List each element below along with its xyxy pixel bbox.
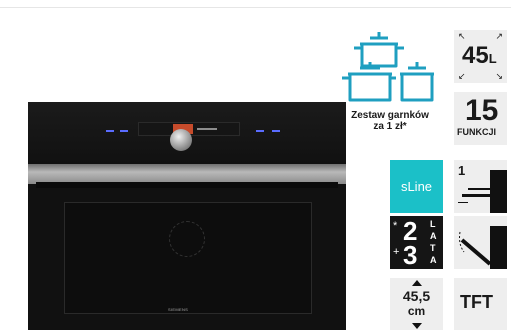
expand-arrow-icon: ↙ <box>458 71 466 81</box>
height-unit: cm <box>407 304 426 318</box>
sline-label: sLine <box>400 179 433 194</box>
oven-touch-buttons <box>106 130 286 132</box>
warranty-plus: + <box>393 246 400 258</box>
soft-close-tile <box>454 216 507 269</box>
pots-icon <box>340 24 436 104</box>
promo-caption: Zestaw garnków za 1 zł* <box>336 110 444 132</box>
capacity-value: 45 <box>462 42 489 69</box>
height-value: 45,5 <box>402 288 431 304</box>
warranty-letter: A <box>430 231 437 241</box>
warranty-letter: L <box>430 219 436 229</box>
warranty-extra: 3 <box>403 240 418 270</box>
door-open-icon <box>459 226 507 269</box>
oven-door-window <box>64 202 312 314</box>
warranty-star: * <box>393 220 398 232</box>
promo-caption-line2: za 1 zł* <box>373 121 407 132</box>
oven-control-panel <box>28 102 346 164</box>
functions-value: 15 <box>465 94 499 127</box>
arrow-up-icon <box>412 280 422 286</box>
oven-handle <box>36 182 338 188</box>
capacity-unit: L <box>488 51 497 66</box>
oven-fan <box>169 221 205 257</box>
warranty-letter: A <box>430 255 437 265</box>
display-type: TFT <box>460 292 493 312</box>
top-divider <box>0 7 511 8</box>
expand-arrow-icon: ↖ <box>458 31 466 41</box>
oven-product-image[interactable]: SIEMENS <box>28 102 346 330</box>
height-tile: 45,5 cm <box>390 278 443 330</box>
guides-tile: 1 <box>454 160 507 213</box>
warranty-tile: * + 2 3 L A T A <box>390 216 443 270</box>
expand-arrow-icon: ↘ <box>495 71 503 81</box>
promo-caption-line1: Zestaw garnków <box>351 110 429 121</box>
oven-knob <box>170 129 192 151</box>
warranty-letter: T <box>430 243 436 253</box>
arrow-down-icon <box>412 323 422 329</box>
functions-tile: 15 FUNKCJI <box>454 92 507 145</box>
telescopic-rail-icon <box>458 170 507 213</box>
oven-brand-label: SIEMENS <box>168 307 189 312</box>
capacity-tile: ↖ ↗ ↙ ↘ 45L <box>454 30 507 83</box>
tft-tile: TFT <box>454 278 507 330</box>
oven-steel-strip <box>28 164 346 184</box>
expand-arrow-icon: ↗ <box>495 31 503 41</box>
functions-label: FUNKCJI <box>457 127 497 137</box>
sline-tile: sLine <box>390 160 443 213</box>
